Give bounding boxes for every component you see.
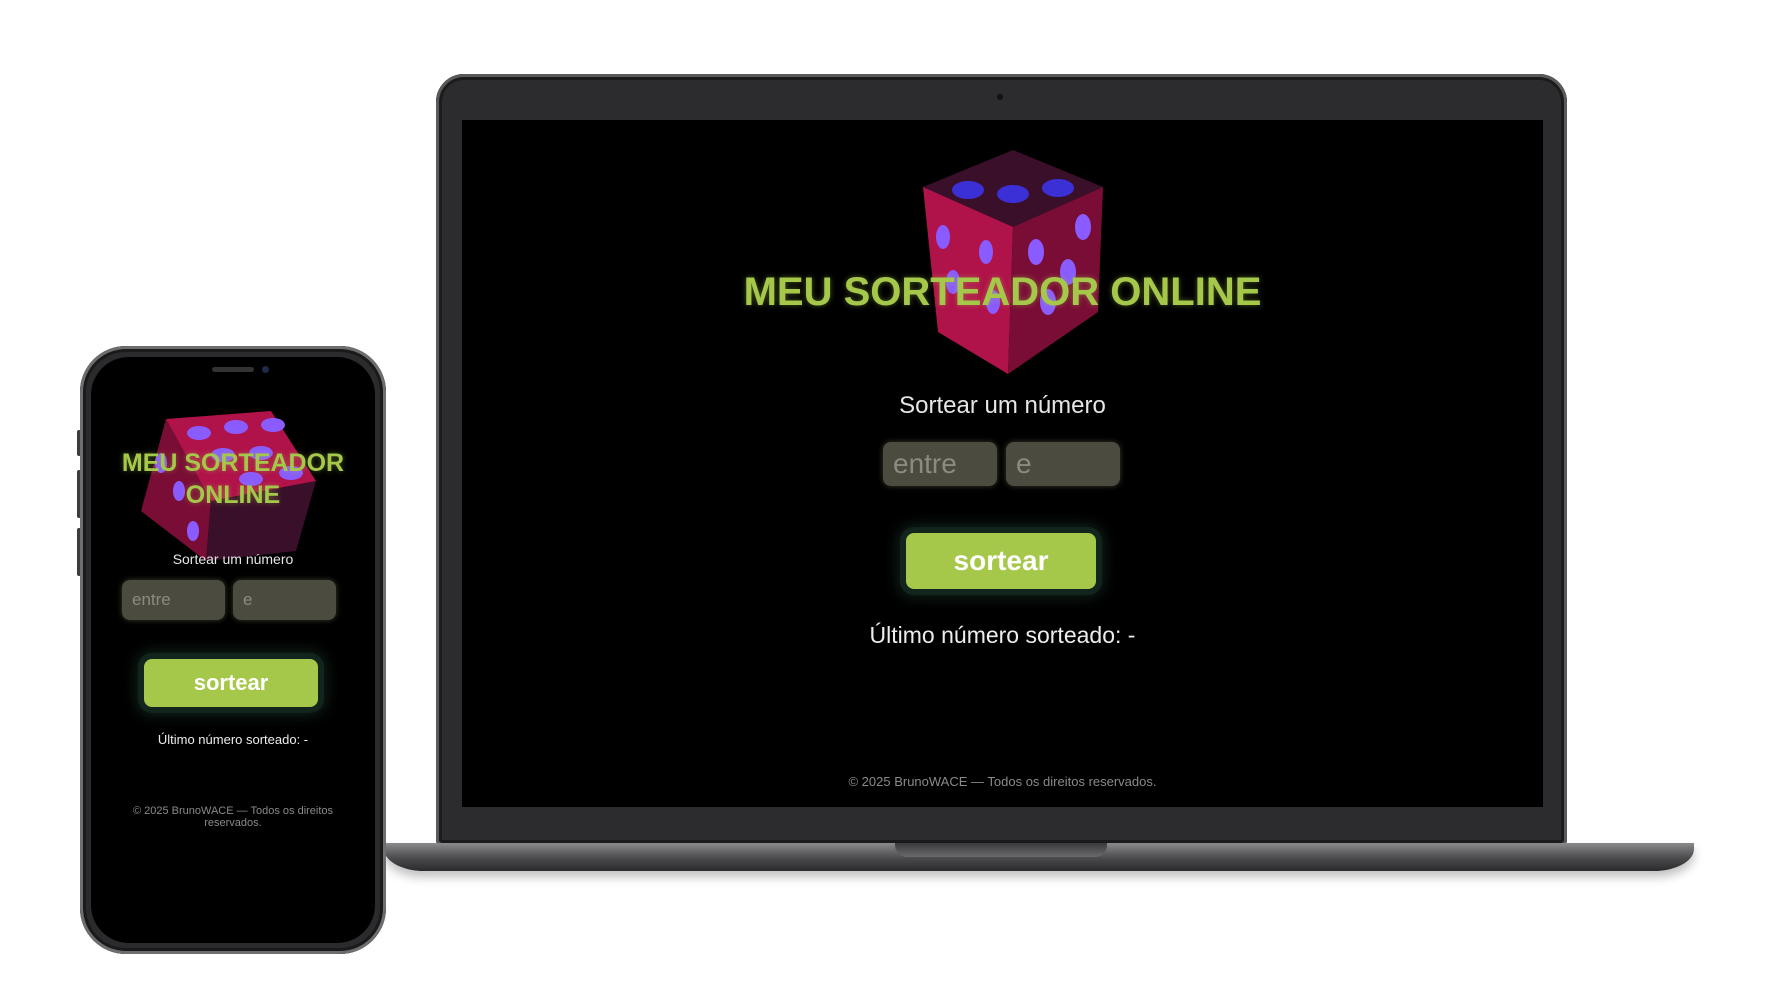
desktop-app: MEU SORTEADOR ONLINE Sortear um número s…: [462, 120, 1543, 807]
laptop-hinge-notch: [895, 843, 1107, 857]
dice-icon: [923, 150, 1103, 374]
max-number-input[interactable]: [1006, 442, 1120, 486]
laptop-screen: MEU SORTEADOR ONLINE Sortear um número s…: [462, 120, 1543, 807]
section-label: Sortear um número: [172, 551, 294, 567]
footer-line-1: © 2025 BrunoWACE — Todos os direitos: [132, 805, 334, 817]
laptop-camera: [997, 94, 1003, 100]
footer-line-2: reservados.: [204, 817, 262, 829]
draw-button[interactable]: sortear: [906, 533, 1096, 589]
draw-button[interactable]: sortear: [144, 659, 318, 707]
last-number-label: Último número sorteado: -: [157, 732, 309, 747]
page-title-line-1: MEU SORTEADOR: [121, 449, 345, 477]
min-number-input[interactable]: [122, 580, 225, 620]
max-number-input[interactable]: [233, 580, 336, 620]
page-title: MEU SORTEADOR ONLINE: [743, 270, 1262, 314]
phone-speaker: [212, 367, 254, 372]
min-number-input[interactable]: [883, 442, 997, 486]
phone-screen: MEU SORTEADOR ONLINE Sortear um número s…: [91, 357, 375, 943]
section-label: Sortear um número: [899, 392, 1106, 419]
footer: © 2025 BrunoWACE — Todos os direitos res…: [848, 774, 1157, 789]
mobile-app: MEU SORTEADOR ONLINE Sortear um número s…: [91, 357, 375, 943]
last-number-label: Último número sorteado: -: [869, 622, 1136, 648]
phone-camera: [262, 366, 269, 373]
page-title-line-2: ONLINE: [185, 481, 281, 509]
